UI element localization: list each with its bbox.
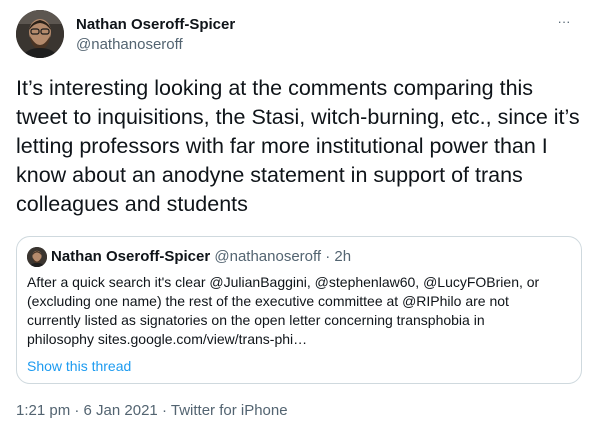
tweet-text: It’s interesting looking at the comments… bbox=[16, 76, 580, 216]
avatar[interactable] bbox=[16, 10, 64, 58]
quoted-text-line: After a quick search it's clear @JulianB… bbox=[27, 274, 540, 290]
quoted-text-line: currently listed as signatories on the o… bbox=[27, 312, 485, 328]
author-handle[interactable]: @nathanoseroff bbox=[76, 35, 235, 54]
tweet-metadata: 1:21 pm · 6 Jan 2021 · Twitter for iPhon… bbox=[16, 401, 288, 421]
quoted-tweet-card[interactable]: Nathan Oseroff-Spicer @nathanoseroff · 2… bbox=[16, 236, 582, 384]
tweet-header: Nathan Oseroff-Spicer @nathanoseroff ··· bbox=[16, 10, 576, 58]
meta-separator: · bbox=[161, 402, 167, 419]
author-block: Nathan Oseroff-Spicer @nathanoseroff bbox=[76, 15, 235, 54]
ellipsis-icon: ··· bbox=[557, 14, 571, 29]
tweet-date[interactable]: 6 Jan 2021 bbox=[84, 402, 158, 419]
more-options-button[interactable]: ··· bbox=[552, 14, 576, 34]
avatar-photo-icon bbox=[16, 10, 64, 58]
quoted-timestamp: 2h bbox=[334, 248, 352, 265]
avatar-photo-icon bbox=[27, 247, 47, 267]
quoted-avatar bbox=[27, 247, 47, 267]
quoted-display-name: Nathan Oseroff-Spicer bbox=[51, 248, 211, 265]
quoted-tweet-header: Nathan Oseroff-Spicer @nathanoseroff · 2… bbox=[27, 247, 351, 267]
quoted-text-line: philosophy sites.google.com/view/trans-p… bbox=[27, 331, 308, 347]
tweet: Nathan Oseroff-Spicer @nathanoseroff ···… bbox=[0, 0, 590, 435]
quoted-separator: · bbox=[325, 248, 331, 265]
tweet-source[interactable]: Twitter for iPhone bbox=[171, 402, 288, 419]
quoted-handle: @nathanoseroff bbox=[214, 248, 322, 265]
meta-separator: · bbox=[74, 402, 80, 419]
show-thread-link[interactable]: Show this thread bbox=[27, 357, 131, 376]
quoted-tweet-text: After a quick search it's clear @JulianB… bbox=[27, 273, 563, 349]
tweet-time[interactable]: 1:21 pm bbox=[16, 402, 70, 419]
quoted-text-line: (excluding one name) the rest of the exe… bbox=[27, 293, 509, 309]
author-display-name[interactable]: Nathan Oseroff-Spicer bbox=[76, 15, 235, 35]
